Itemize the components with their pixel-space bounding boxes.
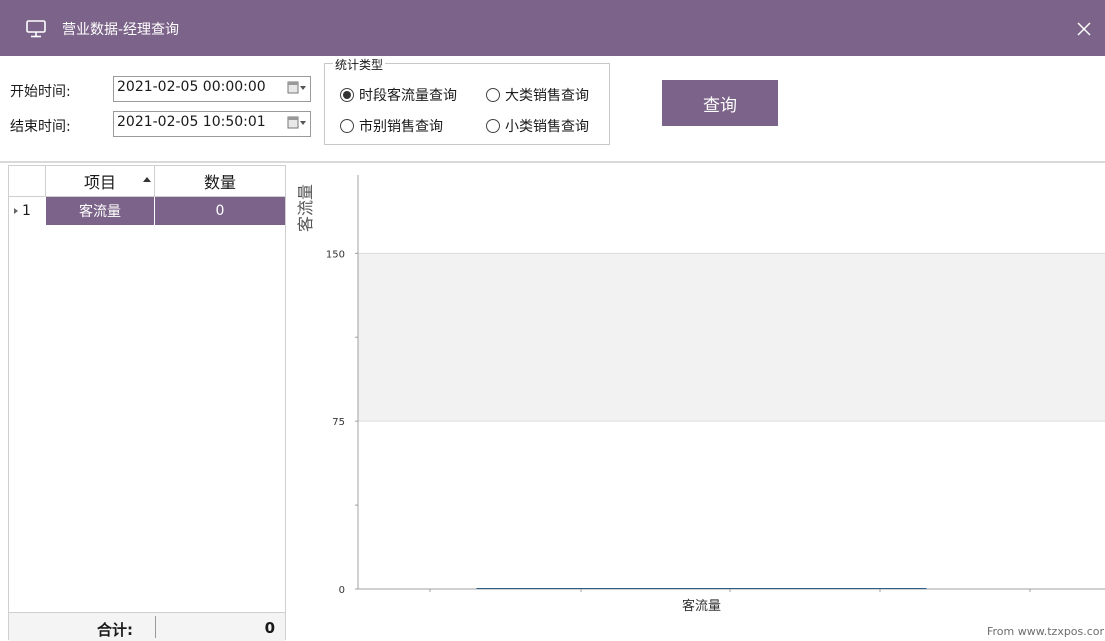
grid-header: 项目 数量 <box>9 166 285 197</box>
calendar-dropdown-icon[interactable] <box>287 81 307 95</box>
radio-label: 小类销售查询 <box>505 119 589 135</box>
bar <box>476 588 927 589</box>
total-label: 合计: <box>97 621 133 639</box>
column-header-label: 项目 <box>83 173 116 192</box>
row-header-corner <box>9 166 46 196</box>
stat-type-label: 统计类型 <box>333 58 386 72</box>
radio-subcategory-sales[interactable]: 小类销售查询 <box>486 116 589 136</box>
calendar-dropdown-icon[interactable] <box>287 116 307 130</box>
start-time-picker[interactable]: 2021-02-05 00:00:00 <box>113 76 311 102</box>
y-tick-label: 150 <box>326 249 345 260</box>
footer-divider <box>155 616 156 638</box>
radio-indicator <box>340 88 354 102</box>
y-axis-title: 客流量 <box>296 184 315 232</box>
query-button[interactable]: 查询 <box>662 80 778 126</box>
monitor-icon <box>26 20 46 38</box>
end-time-value: 2021-02-05 10:50:01 <box>117 114 266 130</box>
radio-category-sales[interactable]: 大类销售查询 <box>486 85 589 105</box>
column-header-item[interactable]: 项目 <box>46 166 155 196</box>
current-row-icon <box>14 208 18 214</box>
column-header-qty[interactable]: 数量 <box>155 166 285 196</box>
x-tick-label: 客流量 <box>682 598 721 614</box>
sort-ascending-icon <box>143 177 151 182</box>
row-indicator: 1 <box>9 197 46 225</box>
start-time-value: 2021-02-05 00:00:00 <box>117 79 266 95</box>
window-title: 营业数据-经理查询 <box>62 22 180 38</box>
radio-indicator <box>486 88 500 102</box>
plot-band <box>358 253 1105 422</box>
traffic-chart: 075150客流量客流量 <box>296 175 1105 614</box>
y-tick-label: 75 <box>332 417 345 428</box>
watermark: From www.tzxpos.cor <box>987 625 1105 638</box>
radio-label: 市别销售查询 <box>359 119 443 135</box>
radio-period-traffic[interactable]: 时段客流量查询 <box>340 85 457 105</box>
radio-label: 时段客流量查询 <box>359 88 457 104</box>
table-row[interactable]: 1 客流量 0 <box>9 197 285 225</box>
cell-item[interactable]: 客流量 <box>46 197 155 225</box>
cell-qty[interactable]: 0 <box>155 197 285 225</box>
title-bar: 营业数据-经理查询 <box>0 0 1105 56</box>
radio-market-sales[interactable]: 市别销售查询 <box>340 116 443 136</box>
column-header-label: 数量 <box>203 173 236 192</box>
total-value: 0 <box>264 619 275 637</box>
end-time-label: 结束时间: <box>10 119 71 135</box>
grid-footer: 合计: 0 <box>9 612 285 641</box>
radio-label: 大类销售查询 <box>505 88 589 104</box>
radio-indicator <box>340 119 354 133</box>
data-grid: 项目 数量 1 客流量 0 合计: 0 <box>8 165 286 641</box>
row-number: 1 <box>22 203 31 219</box>
close-icon[interactable] <box>1069 14 1099 44</box>
radio-indicator <box>486 119 500 133</box>
end-time-picker[interactable]: 2021-02-05 10:50:01 <box>113 111 311 137</box>
y-tick-label: 0 <box>339 585 345 596</box>
start-time-label: 开始时间: <box>10 84 71 100</box>
